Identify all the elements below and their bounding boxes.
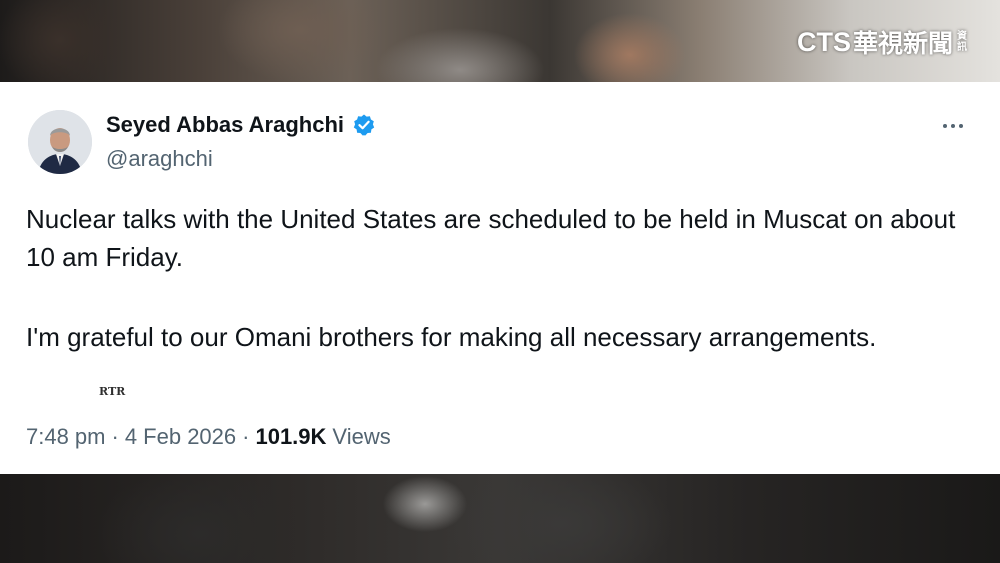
tweet-paragraph-1: Nuclear talks with the United States are… [26, 204, 956, 272]
avatar[interactable] [28, 110, 92, 174]
logo-small-bottom: 訊 [957, 42, 968, 53]
avatar-portrait [28, 110, 92, 174]
views-label: Views [332, 424, 391, 449]
views-count: 101.9K [255, 424, 327, 449]
broadcaster-logo: CTS 華視新聞 資 訊 [797, 26, 967, 59]
tweet-time[interactable]: 7:48 pm [26, 424, 106, 450]
logo-latin: CTS [797, 26, 851, 57]
source-watermark: RTR [99, 385, 126, 398]
author-name[interactable]: Seyed Abbas Araghchi [106, 112, 344, 138]
more-dot [943, 124, 947, 128]
author-row: Seyed Abbas Araghchi [106, 112, 376, 138]
logo-small-top: 資 [957, 31, 968, 42]
meta-separator: · [242, 424, 250, 449]
tweet-meta: 7:48 pm · 4 Feb 2026 · 101.9K Views [26, 424, 391, 450]
tweet-card [0, 82, 1000, 474]
meta-separator: · [111, 424, 119, 449]
more-dot [959, 124, 963, 128]
logo-small: 資 訊 [957, 31, 967, 53]
more-dot [951, 124, 955, 128]
background-footage-bottom [0, 474, 1000, 563]
author-handle[interactable]: @araghchi [106, 146, 213, 172]
verified-badge-icon [353, 114, 375, 136]
logo-cjk: 華視新聞 [853, 29, 954, 58]
more-options-icon[interactable] [936, 116, 970, 136]
tweet-paragraph-2: I'm grateful to our Omani brothers for m… [26, 322, 877, 352]
tweet-date[interactable]: 4 Feb 2026 [125, 424, 236, 450]
